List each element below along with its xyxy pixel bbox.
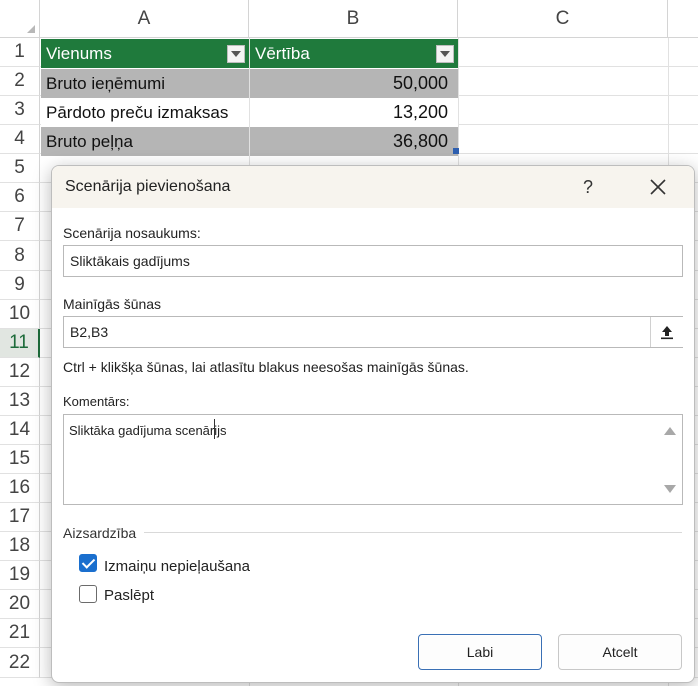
- close-icon: [650, 179, 666, 195]
- scroll-down-icon[interactable]: [664, 485, 676, 493]
- row-header-9[interactable]: 9: [0, 270, 40, 300]
- row-header-7[interactable]: 7: [0, 212, 40, 242]
- row-header-21[interactable]: 21: [0, 619, 40, 649]
- prevent-changes-checkbox[interactable]: [79, 554, 97, 572]
- row-header-13[interactable]: 13: [0, 386, 40, 416]
- row-header-14[interactable]: 14: [0, 415, 40, 445]
- select-all-corner[interactable]: [0, 0, 40, 38]
- row-header-4[interactable]: 4: [0, 125, 40, 155]
- protection-group-label: Aizsardzība: [63, 525, 137, 541]
- ok-button[interactable]: Labi: [418, 634, 542, 670]
- protection-divider: [144, 532, 682, 533]
- row-header-6[interactable]: 6: [0, 183, 40, 213]
- changing-cells-hint: Ctrl + klikšķa šūnas, lai atlasītu blaku…: [63, 359, 469, 375]
- collapse-dialog-button[interactable]: [650, 317, 683, 347]
- column-header-b[interactable]: B: [249, 0, 458, 38]
- prevent-changes-label[interactable]: Izmaiņu nepieļaušana: [104, 558, 250, 575]
- table-header-item-label: Vienums: [46, 43, 112, 63]
- row-header-11[interactable]: 11: [0, 328, 40, 358]
- row-header-1[interactable]: 1: [0, 38, 40, 68]
- comment-scrollbar[interactable]: [656, 415, 682, 504]
- row-header-12[interactable]: 12: [0, 357, 40, 387]
- row-header-5[interactable]: 5: [0, 154, 40, 184]
- dialog-titlebar[interactable]: Scenārija pievienošana ?: [52, 166, 694, 208]
- dialog-title: Scenārija pievienošana: [65, 178, 231, 195]
- close-button[interactable]: [640, 172, 676, 202]
- row-header-15[interactable]: 15: [0, 444, 40, 475]
- help-icon: ?: [582, 176, 593, 197]
- row-header-10[interactable]: 10: [0, 299, 40, 329]
- row-header-19[interactable]: 19: [0, 561, 40, 591]
- row-header-18[interactable]: 18: [0, 532, 40, 562]
- column-header-a[interactable]: A: [40, 0, 249, 38]
- comment-text: Sliktāka gadījuma scenārijs: [69, 423, 227, 438]
- filter-dropdown-item[interactable]: [227, 45, 245, 63]
- cell-b3[interactable]: 13,200: [250, 98, 458, 127]
- row-header-22[interactable]: 22: [0, 648, 40, 678]
- table-header-item[interactable]: Vienums: [41, 39, 249, 68]
- comment-textarea[interactable]: Sliktāka gadījuma scenārijs: [63, 414, 683, 505]
- cell-b4[interactable]: 36,800: [250, 127, 458, 156]
- row-header-8[interactable]: 8: [0, 241, 40, 271]
- scenario-name-input[interactable]: [63, 245, 683, 277]
- table-header-value-label: Vērtība: [255, 43, 310, 63]
- scroll-up-icon[interactable]: [664, 427, 676, 435]
- hide-label[interactable]: Paslēpt: [104, 587, 154, 604]
- row-header-3[interactable]: 3: [0, 96, 40, 126]
- cell-b2[interactable]: 50,000: [250, 69, 458, 98]
- comment-label: Komentārs:: [63, 394, 130, 409]
- table-header-value[interactable]: Vērtība: [250, 39, 458, 68]
- changing-cells-label: Mainīgās šūnas: [63, 296, 162, 312]
- text-cursor: [214, 419, 215, 439]
- row-header-2[interactable]: 2: [0, 67, 40, 97]
- row-header-16[interactable]: 16: [0, 474, 40, 504]
- column-header-d[interactable]: [668, 0, 698, 38]
- column-header-c[interactable]: C: [458, 0, 668, 38]
- cell-a3[interactable]: Pārdoto preču izmaksas: [41, 98, 249, 127]
- row-header-17[interactable]: 17: [0, 503, 40, 533]
- changing-cells-input[interactable]: [63, 316, 683, 348]
- help-button[interactable]: ?: [572, 172, 604, 202]
- filter-dropdown-value[interactable]: [436, 45, 454, 63]
- scenario-name-label: Scenārija nosaukums:: [63, 225, 201, 241]
- hide-checkbox[interactable]: [79, 585, 97, 603]
- row-header-20[interactable]: 20: [0, 590, 40, 620]
- cell-a2[interactable]: Bruto ieņēmumi: [41, 69, 249, 98]
- cancel-button[interactable]: Atcelt: [558, 634, 682, 670]
- add-scenario-dialog: Scenārija pievienošana ? Scenārija nosau…: [51, 165, 695, 683]
- cell-a4[interactable]: Bruto peļņa: [41, 127, 249, 156]
- table-resize-handle[interactable]: [453, 148, 459, 154]
- upload-arrow-icon: [661, 326, 673, 340]
